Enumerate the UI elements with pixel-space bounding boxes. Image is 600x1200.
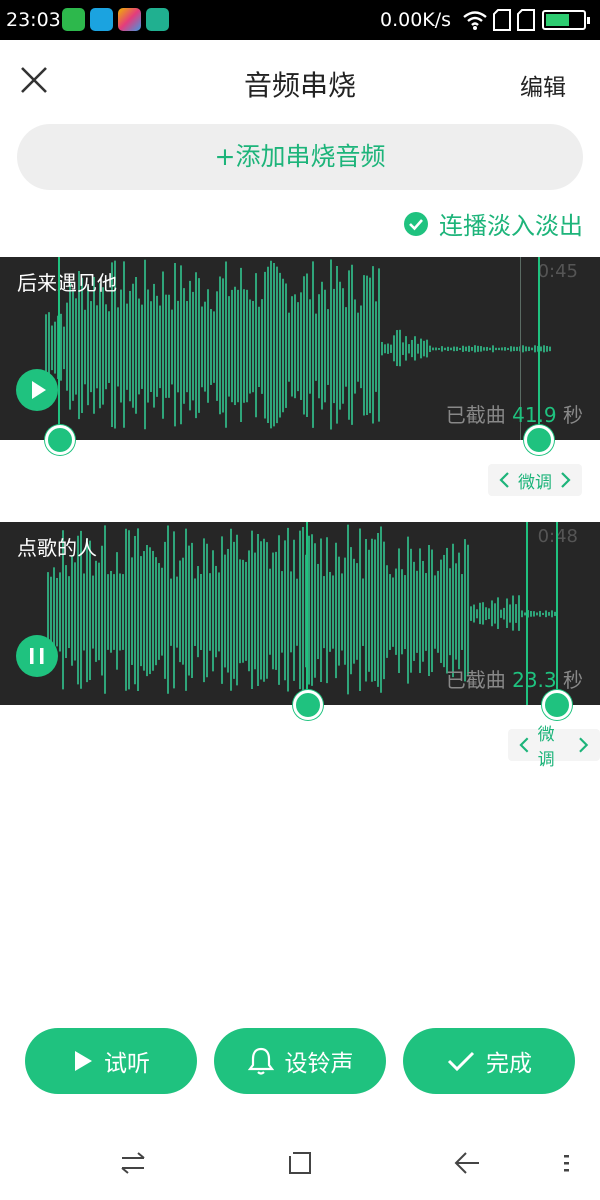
track-title: 后来遇见他 — [17, 271, 117, 295]
trim-end-line — [556, 522, 558, 705]
switch-icon[interactable] — [118, 1148, 148, 1178]
cut-suffix: 秒 — [563, 403, 583, 427]
no-sim-icon — [493, 9, 511, 31]
battery-level — [546, 14, 569, 26]
menu-icon[interactable] — [552, 1148, 582, 1178]
trim-start-handle[interactable] — [293, 690, 323, 720]
cut-suffix: 秒 — [563, 668, 583, 692]
status-time: 23:03 — [6, 9, 61, 31]
chevron-right-icon[interactable] — [578, 736, 590, 754]
track-card: 点歌的人 0:48 已截曲 23.3 秒 — [0, 522, 600, 705]
pause-icon — [30, 648, 44, 664]
network-speed: 0.00K/s — [380, 9, 452, 31]
check-circle-icon — [404, 211, 428, 236]
fine-tune-label: 微调 — [537, 725, 555, 770]
chevron-left-icon[interactable] — [498, 471, 510, 489]
crossfade-label: 连播淡入淡出 — [439, 212, 583, 240]
bell-icon — [247, 1047, 274, 1075]
browser-app-icon — [90, 8, 113, 31]
crossfade-toggle[interactable]: 连播淡入淡出 — [403, 206, 583, 241]
set-ringtone-button[interactable]: 设铃声 — [214, 1028, 386, 1094]
page-title: 音频串烧 — [243, 69, 356, 102]
trim-start-handle[interactable] — [45, 425, 75, 455]
track-duration: 0:45 — [537, 261, 578, 282]
status-bar: 23:03 0.00K/s — [0, 0, 600, 40]
status-app-icons — [62, 8, 169, 31]
check-icon — [447, 1051, 475, 1072]
battery-icon — [542, 10, 590, 30]
trim-start-line — [306, 522, 308, 705]
cut-prefix: 已截曲 — [445, 668, 506, 692]
preview-button[interactable]: 试听 — [25, 1028, 197, 1094]
add-medley-audio-button[interactable]: +添加串烧音频 — [17, 124, 583, 190]
play-icon — [32, 381, 46, 399]
fine-tune-control[interactable]: 微调 — [488, 464, 582, 496]
usb-icon — [146, 8, 169, 31]
track-title: 点歌的人 — [17, 536, 97, 560]
chevron-right-icon[interactable] — [560, 471, 572, 489]
set-ringtone-label: 设铃声 — [284, 1051, 354, 1077]
cut-length: 已截曲 23.3 秒 — [446, 664, 583, 693]
cut-seconds: 41.9 — [512, 403, 557, 427]
chevron-left-icon[interactable] — [518, 736, 530, 754]
fine-tune-control[interactable]: 微调 — [508, 725, 600, 770]
back-icon[interactable] — [452, 1148, 482, 1178]
pause-button[interactable] — [16, 635, 58, 677]
play-icon — [75, 1051, 92, 1071]
preview-label: 试听 — [104, 1051, 150, 1077]
cut-seconds: 23.3 — [512, 668, 557, 692]
status-icons — [462, 8, 590, 32]
wifi-icon — [463, 11, 487, 30]
trim-end-line — [538, 257, 540, 440]
nav-bar — [0, 1130, 600, 1200]
trim-end-handle[interactable] — [542, 690, 572, 720]
header: 音频串烧 编辑 — [0, 40, 600, 124]
edit-button[interactable]: 编辑 — [520, 68, 566, 102]
done-label: 完成 — [486, 1051, 532, 1077]
trim-start-line — [58, 257, 60, 440]
cut-prefix: 已截曲 — [445, 403, 506, 427]
cut-length: 已截曲 41.9 秒 — [446, 399, 583, 428]
home-icon[interactable] — [285, 1148, 315, 1178]
no-sim-icon — [517, 9, 535, 31]
wechat-app-icon — [62, 8, 85, 31]
done-button[interactable]: 完成 — [403, 1028, 575, 1094]
play-button[interactable] — [16, 369, 58, 411]
track-card: 后来遇见他 0:45 已截曲 41.9 秒 — [0, 257, 600, 440]
gallery-app-icon — [118, 8, 141, 31]
fine-tune-label: 微调 — [518, 472, 552, 493]
trim-end-handle[interactable] — [524, 425, 554, 455]
